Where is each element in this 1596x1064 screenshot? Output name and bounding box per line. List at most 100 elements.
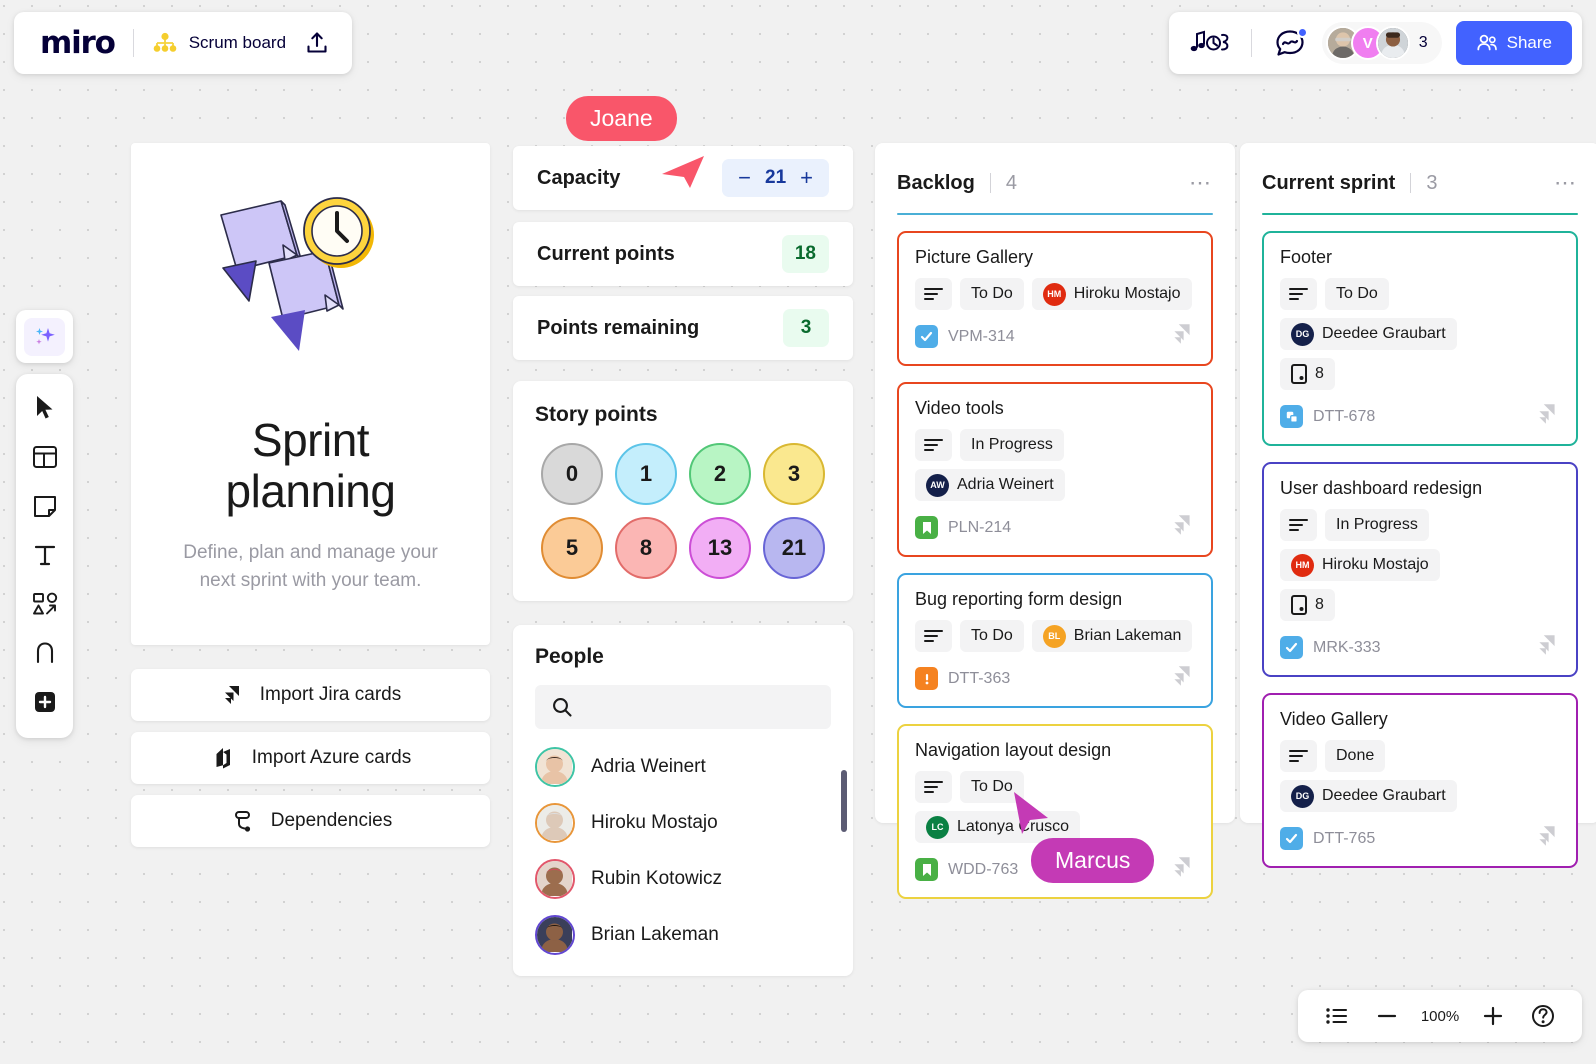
task-card-title: Footer	[1280, 247, 1333, 267]
more-options-icon[interactable]: ⋯	[1554, 172, 1578, 194]
task-card-meta: In Progress AW Adria Weinert	[915, 429, 1195, 501]
assignee-label: Adria Weinert	[957, 476, 1054, 493]
share-button[interactable]: Share	[1455, 21, 1572, 65]
assignee-chip[interactable]: BL Brian Lakeman	[1031, 620, 1193, 652]
task-card[interactable]: Picture Gallery To Do HM Hiroku Mostajo VPM-…	[897, 231, 1213, 366]
avatar: AW	[926, 473, 949, 497]
description-chip[interactable]	[1280, 278, 1317, 310]
people-list: Adria Weinert Hiroku Mostajo Rubin Kotowic…	[513, 739, 853, 963]
story-points-chip[interactable]: 8	[1280, 589, 1335, 621]
story-point-3[interactable]: 3	[763, 443, 825, 505]
task-check-icon	[1280, 827, 1303, 850]
import-jira-cards-button[interactable]: Import Jira cards	[131, 669, 490, 721]
sticky-note-tool[interactable]	[21, 482, 69, 530]
pen-tool[interactable]	[21, 629, 69, 677]
story-point-0[interactable]: 0	[541, 443, 603, 505]
chat-activity-icon[interactable]	[1274, 27, 1308, 58]
story-point-8[interactable]: 8	[615, 517, 677, 579]
select-tool[interactable]	[21, 384, 69, 432]
status-badge[interactable]: To Do	[960, 278, 1024, 310]
assignee-chip[interactable]: DG Deedee Graubart	[1280, 318, 1457, 350]
text-tool[interactable]	[21, 531, 69, 579]
zoom-out-button[interactable]	[1362, 991, 1412, 1041]
task-card[interactable]: Video tools In Progress AW Adria Weinert PLN…	[897, 382, 1213, 557]
zoom-level[interactable]: 100%	[1412, 1008, 1468, 1025]
zoom-in-button[interactable]	[1468, 991, 1518, 1041]
list-item[interactable]: Brian Lakeman	[513, 907, 853, 963]
sprint-planning-card[interactable]: Sprint planning Define, plan and manage …	[131, 143, 490, 645]
ai-tool-button[interactable]	[16, 310, 73, 363]
shapes-tool[interactable]	[21, 580, 69, 628]
dependencies-button[interactable]: Dependencies	[131, 795, 490, 847]
board-title[interactable]: Scrum board	[189, 33, 286, 53]
task-card[interactable]: Footer To Do DG Deedee Graubart 8 DTT-678	[1262, 231, 1578, 446]
column-current-sprint[interactable]: Current sprint 3 ⋯ Footer To Do DG Deedee Grau…	[1240, 143, 1596, 868]
task-card-points: 8	[1280, 589, 1560, 621]
status-badge[interactable]: In Progress	[960, 429, 1064, 461]
upload-icon[interactable]	[304, 30, 330, 56]
task-card-footer: DTT-765	[1280, 823, 1560, 854]
list-view-icon[interactable]	[1312, 991, 1362, 1041]
music-notes-icon[interactable]	[1189, 28, 1233, 58]
board-canvas[interactable]: miro Scrum board V 3 Share Sprint planni…	[0, 0, 1596, 1064]
task-card[interactable]: Bug reporting form design To Do BL Brian La…	[897, 573, 1213, 708]
status-badge[interactable]: To Do	[1325, 278, 1389, 310]
list-item[interactable]: Adria Weinert	[513, 739, 853, 795]
status-badge[interactable]: To Do	[960, 620, 1024, 652]
task-card-footer: DTT-363	[915, 663, 1195, 694]
task-card[interactable]: Video Gallery Done DG Deedee Graubart DTT-76…	[1262, 693, 1578, 868]
board-toolbar-right: V 3 Share	[1168, 12, 1582, 74]
hierarchy-icon	[152, 31, 178, 55]
story-point-5[interactable]: 5	[541, 517, 603, 579]
more-options-icon[interactable]: ⋯	[1189, 172, 1213, 194]
people-search-input[interactable]	[535, 685, 831, 729]
description-chip[interactable]	[915, 620, 952, 652]
current-points-row: Current points 18	[513, 222, 853, 286]
story-point-2[interactable]: 2	[689, 443, 751, 505]
story-points-chip[interactable]: 8	[1280, 358, 1335, 390]
assignee-chip[interactable]: AW Adria Weinert	[915, 469, 1065, 501]
people-search-field[interactable]	[583, 697, 815, 717]
assignee-chip[interactable]: HM Hiroku Mostajo	[1280, 549, 1440, 581]
column-accent-rule	[1262, 213, 1578, 215]
capacity-decrement-button[interactable]: −	[738, 167, 751, 189]
people-scrollbar[interactable]	[841, 770, 847, 832]
story-point-21[interactable]: 21	[763, 517, 825, 579]
more-apps-tool[interactable]	[21, 678, 69, 726]
import-azure-label: Import Azure cards	[251, 747, 412, 768]
assignee-label: Deedee Graubart	[1322, 787, 1446, 804]
status-label: In Progress	[1336, 516, 1418, 533]
description-chip[interactable]	[1280, 509, 1317, 541]
assignee-chip[interactable]: DG Deedee Graubart	[1280, 780, 1457, 812]
task-card-footer: MRK-333	[1280, 632, 1560, 663]
description-icon	[924, 629, 943, 644]
avatar[interactable]	[1375, 26, 1410, 60]
status-badge[interactable]: Done	[1325, 740, 1386, 772]
list-item[interactable]: Rubin Kotowicz	[513, 851, 853, 907]
avatar: HM	[1291, 553, 1314, 577]
description-chip[interactable]	[915, 278, 952, 310]
divider	[132, 29, 134, 57]
templates-tool[interactable]	[21, 433, 69, 481]
assignee-chip[interactable]: HM Hiroku Mostajo	[1031, 278, 1192, 310]
story-point-13[interactable]: 13	[689, 517, 751, 579]
current-points-label: Current points	[537, 242, 675, 265]
story-point-1[interactable]: 1	[615, 443, 677, 505]
miro-logo[interactable]: miro	[40, 25, 116, 61]
description-chip[interactable]	[915, 429, 952, 461]
capacity-increment-button[interactable]: +	[800, 167, 813, 189]
task-card-meta: Done DG Deedee Graubart	[1280, 740, 1560, 812]
help-icon[interactable]	[1518, 991, 1568, 1041]
avatar: BL	[1042, 624, 1066, 648]
collaborator-avatars[interactable]: V 3	[1321, 22, 1442, 64]
column-backlog[interactable]: Backlog 4 ⋯ Picture Gallery To Do HM Hiroku Mo…	[875, 143, 1235, 899]
avatar	[535, 803, 575, 843]
current-points-value: 18	[781, 235, 829, 273]
description-chip[interactable]	[1280, 740, 1317, 772]
description-chip[interactable]	[915, 771, 952, 803]
task-card[interactable]: User dashboard redesign In Progress HM Hiro…	[1262, 462, 1578, 677]
capacity-stepper[interactable]: − 21 +	[722, 159, 829, 197]
status-badge[interactable]: In Progress	[1325, 509, 1429, 541]
list-item[interactable]: Hiroku Mostajo	[513, 795, 853, 851]
import-azure-cards-button[interactable]: Import Azure cards	[131, 732, 490, 784]
